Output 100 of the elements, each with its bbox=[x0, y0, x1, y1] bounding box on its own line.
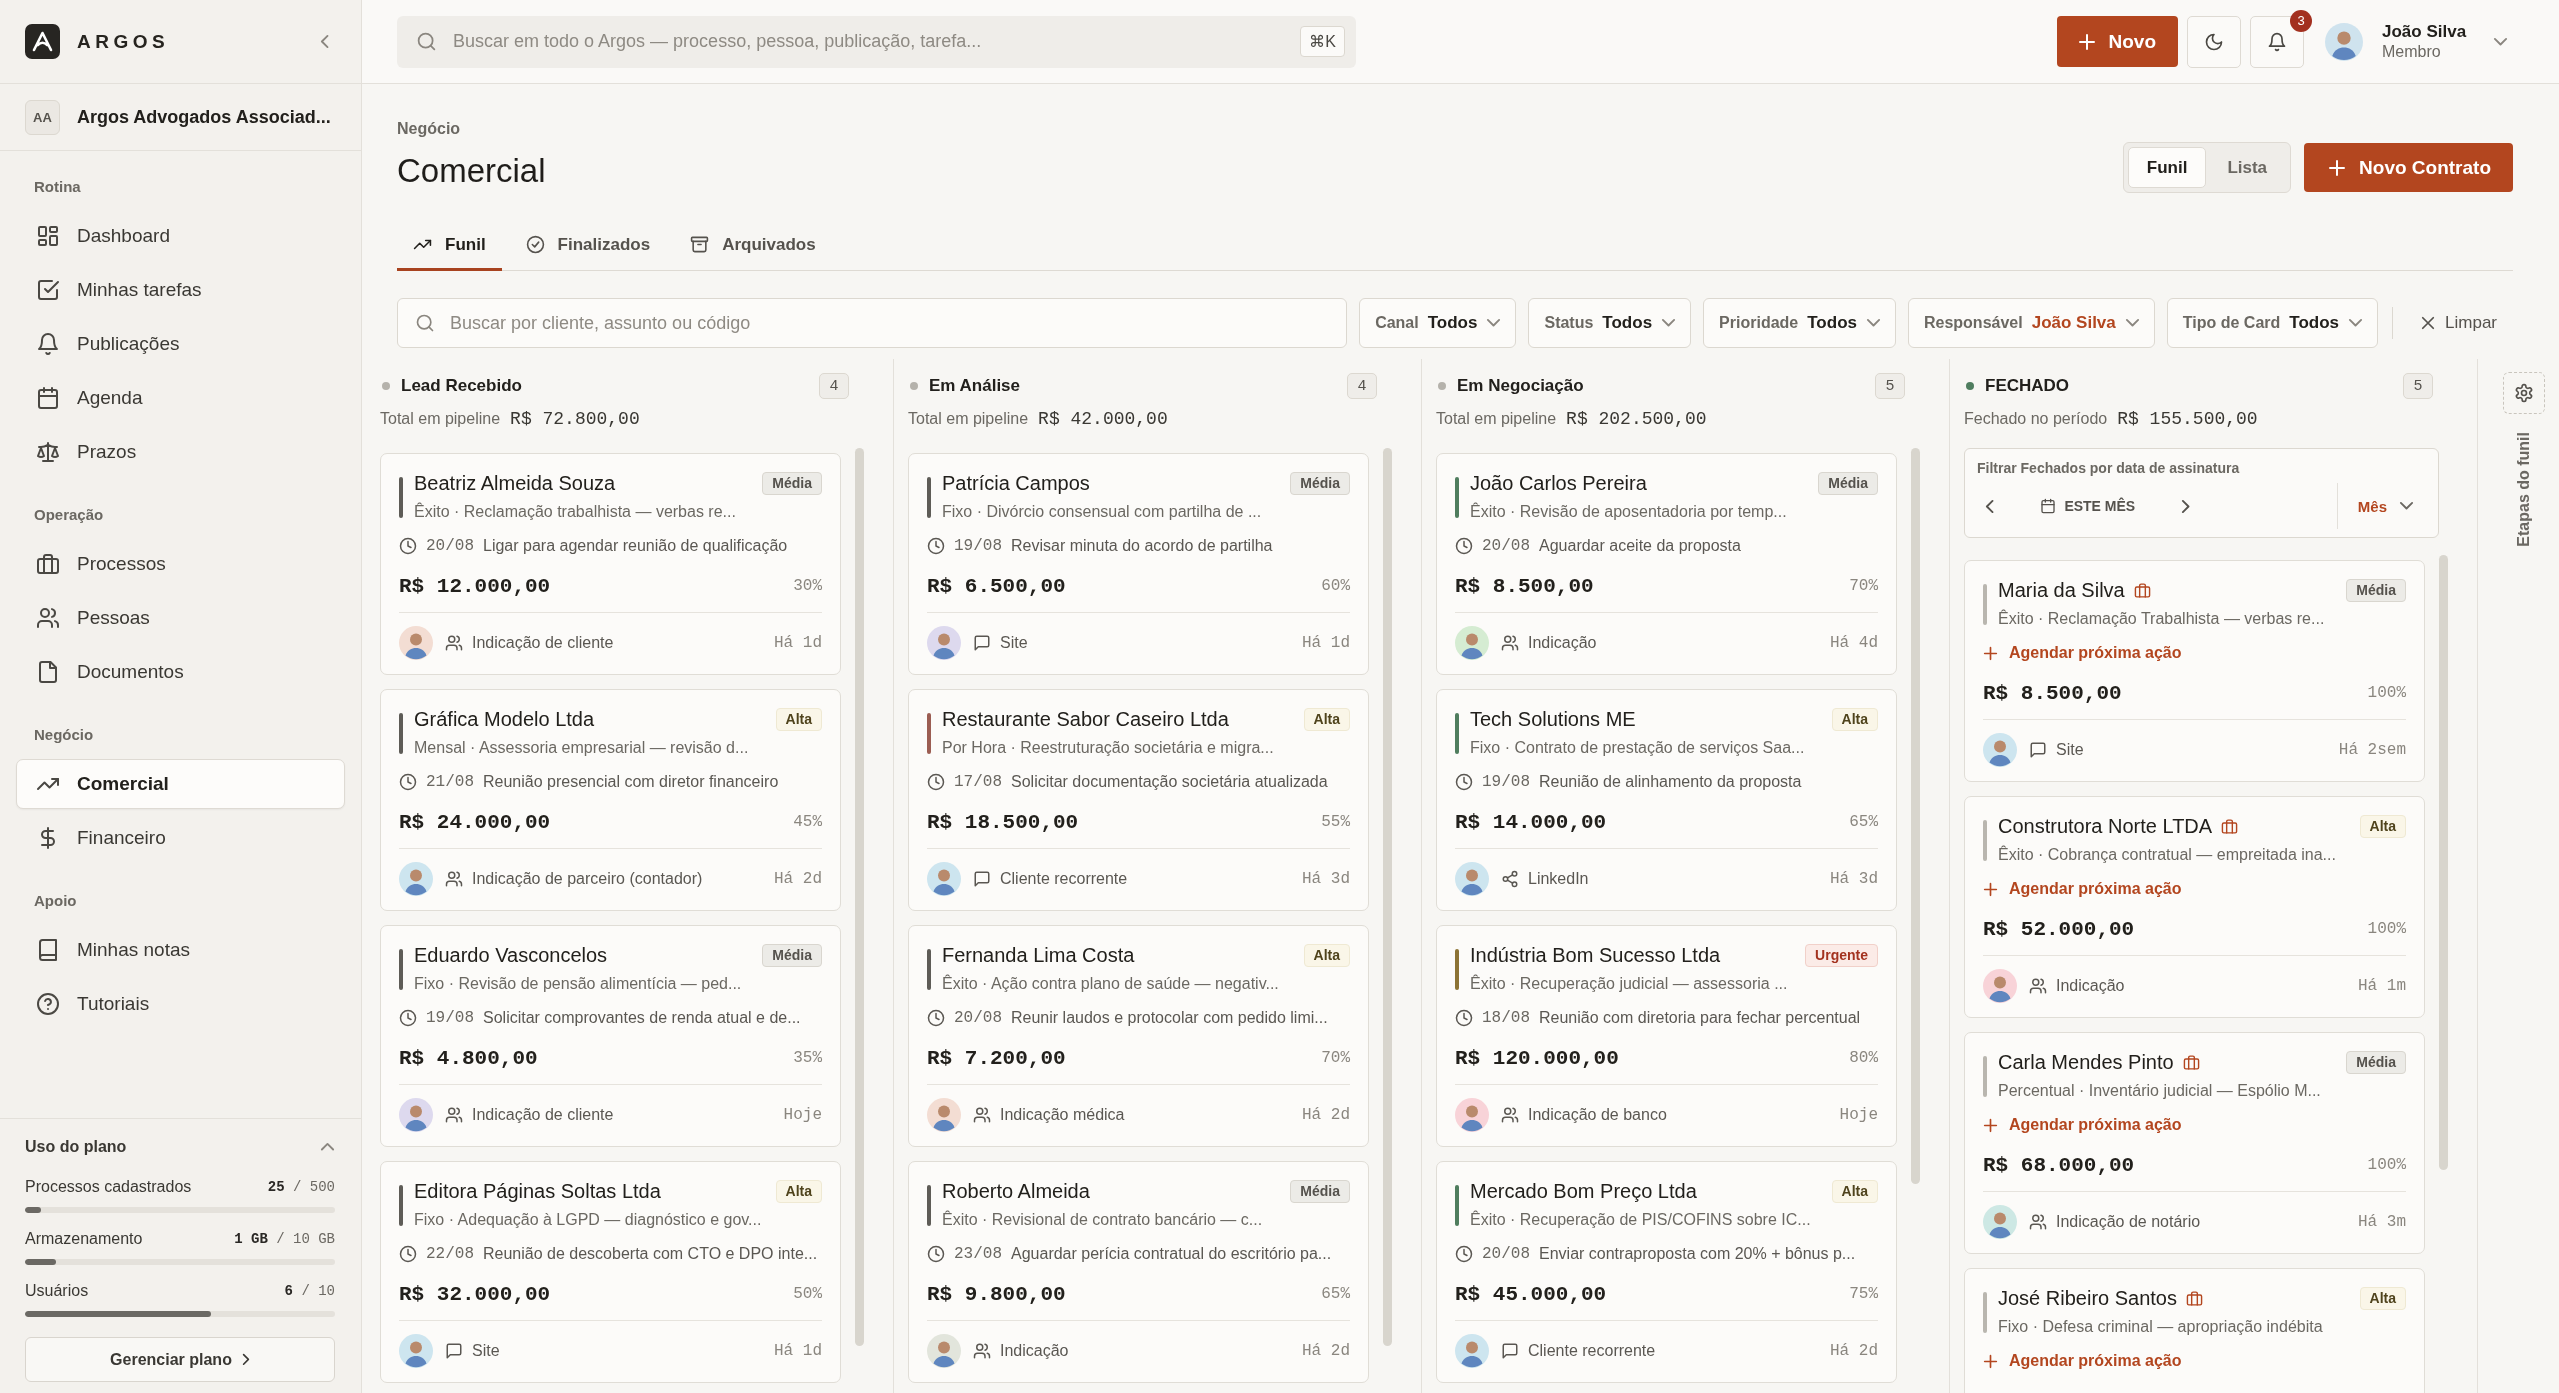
clear-filters-button[interactable]: Limpar bbox=[2407, 298, 2513, 348]
scrollbar[interactable] bbox=[855, 448, 864, 1346]
period-button[interactable]: ESTE MÊS bbox=[2040, 498, 2136, 514]
deal-card[interactable]: João Carlos Pereira Média Êxito · Revisão de aposentadoria por temp... 20/08 Aguardar aceite da proposta R$ 8.500,00 70% Indicação Há 4d bbox=[1436, 453, 1897, 675]
workspace-name[interactable]: Argos Advogados Associad... bbox=[77, 106, 331, 128]
new-contract-button[interactable]: Novo Contrato bbox=[2304, 143, 2513, 192]
people-icon bbox=[973, 1342, 991, 1360]
plus-icon bbox=[2328, 158, 2347, 177]
granularity-dropdown[interactable]: Mês bbox=[2337, 497, 2438, 515]
tab[interactable]: Finalizados bbox=[509, 218, 667, 271]
nav-item[interactable]: Comercial bbox=[16, 759, 345, 809]
schedule-action-link[interactable]: Agendar próxima ação bbox=[1983, 1351, 2182, 1371]
deal-card[interactable]: Restaurante Sabor Caseiro Ltda Alta Por Hora · Reestruturação societária e migra... 17/08 Solicitar documentação societária atualizada R$ 18.500,00 55% Cliente recorrente Há 3d bbox=[908, 689, 1369, 911]
deal-summary: Por Hora · Reestruturação societária e migra... bbox=[942, 738, 1275, 758]
deal-card[interactable]: Eduardo Vasconcelos Média Fixo · Revisão de pensão alimentícia — ped... 19/08 Solicitar comprovantes de renda atual e de... R$ 4.800,00 35% Indicação de cliente Hoje bbox=[380, 925, 841, 1147]
chevron-up-icon[interactable] bbox=[320, 1142, 335, 1152]
last-activity: Hoje bbox=[783, 1106, 822, 1124]
deal-card[interactable]: Beatriz Almeida Souza Média Êxito · Reclamação trabalhista — verbas re... 20/08 Ligar para agendar reunião de qualificação R$ 12.000,00 30% Indicação de cliente Há 1d bbox=[380, 453, 841, 675]
schedule-action-link[interactable]: Agendar próxima ação bbox=[1983, 1115, 2182, 1135]
deal-card[interactable]: Indústria Bom Sucesso Ltda Urgente Êxito · Recuperação judicial — assessoria ... 18/08 Reunião com diretoria para fechar percentual R$ 120.000,00 80% Indicação de banco Hoje bbox=[1436, 925, 1897, 1147]
manage-plan-button[interactable]: Gerenciar plano bbox=[25, 1337, 335, 1382]
board-search-field[interactable]: Buscar por cliente, assunto ou código bbox=[397, 298, 1348, 348]
view-option[interactable]: Funil bbox=[2127, 147, 2207, 188]
chevron-right-icon[interactable] bbox=[2181, 498, 2191, 514]
filter-dropdown[interactable]: Status Todos bbox=[1528, 298, 1692, 348]
tab[interactable]: Arquivados bbox=[674, 218, 832, 271]
nav-item[interactable]: Prazos bbox=[16, 427, 345, 477]
clock-icon bbox=[927, 773, 945, 791]
deal-summary: Êxito · Reclamação trabalhista — verbas re... bbox=[414, 502, 737, 522]
chevron-down-icon bbox=[2124, 318, 2140, 328]
nav-item[interactable]: Pessoas bbox=[16, 593, 345, 643]
scrollbar[interactable] bbox=[2439, 555, 2448, 1170]
deal-card[interactable]: Mercado Bom Preço Ltda Alta Êxito · Recuperação de PIS/COFINS sobre IC... 20/08 Enviar contraproposta com 20% + bônus p... R$ 45.000,00 75% Cliente recorrente Há 2d bbox=[1436, 1161, 1897, 1383]
view-option[interactable]: Lista bbox=[2208, 147, 2287, 188]
deal-card[interactable]: José Ribeiro Santos Alta Fixo · Defesa criminal — apropriação indébita Agendar próxima ação bbox=[1964, 1268, 2425, 1393]
chevron-down-icon bbox=[2348, 318, 2364, 328]
deal-summary: Êxito · Ação contra plano de saúde — negativ... bbox=[942, 974, 1280, 994]
filter-dropdown[interactable]: Canal Todos bbox=[1359, 298, 1517, 348]
deal-card[interactable]: Patrícia Campos Média Fixo · Divórcio consensual com partilha de ... 19/08 Revisar minuta do acordo de partilha R$ 6.500,00 60% Site Há 1d bbox=[908, 453, 1369, 675]
filter-dropdown[interactable]: Prioridade Todos bbox=[1703, 298, 1896, 348]
nav-item[interactable]: Documentos bbox=[16, 647, 345, 697]
nav-item[interactable]: Tutoriais bbox=[16, 979, 345, 1029]
deal-amount: R$ 18.500,00 bbox=[927, 810, 1079, 834]
win-probability: 65% bbox=[1321, 1285, 1350, 1303]
deal-card[interactable]: Tech Solutions ME Alta Fixo · Contrato de prestação de serviços Saa... 19/08 Reunião de alinhamento da proposta R$ 14.000,00 65% LinkedIn Há 3d bbox=[1436, 689, 1897, 911]
schedule-action-link[interactable]: Agendar próxima ação bbox=[1983, 643, 2182, 663]
deal-summary: Êxito · Recuperação de PIS/COFINS sobre IC... bbox=[1470, 1210, 1812, 1230]
chevron-down-icon[interactable] bbox=[2493, 36, 2508, 47]
user-name[interactable]: João Silva bbox=[2382, 22, 2468, 42]
nav-item[interactable]: Minhas tarefas bbox=[16, 265, 345, 315]
shortcut-key: ⌘K bbox=[1300, 26, 1345, 57]
scrollbar[interactable] bbox=[1383, 448, 1392, 1346]
chevron-left-icon[interactable] bbox=[319, 34, 329, 49]
scales-icon bbox=[36, 440, 60, 464]
count-badge: 4 bbox=[819, 373, 849, 399]
last-activity: Há 3d bbox=[1830, 870, 1878, 888]
task-date: 18/08 bbox=[1482, 1009, 1530, 1027]
last-activity: Há 2d bbox=[1830, 1342, 1878, 1360]
filter-dropdown[interactable]: Responsável João Silva bbox=[1907, 298, 2155, 348]
deal-card[interactable]: Maria da Silva Média Êxito · Reclamação Trabalhista — verbas re... Agendar próxima ação R$ 8.500,00 100% Site Há 2sem bbox=[1964, 560, 2425, 782]
lead-source: Site bbox=[1000, 634, 1029, 652]
grid-icon bbox=[36, 224, 60, 248]
lead-source: Indicação de banco bbox=[1528, 1106, 1668, 1124]
priority-badge: Alta bbox=[1831, 1179, 1878, 1203]
nav-item[interactable]: Dashboard bbox=[16, 211, 345, 261]
chevron-down-icon bbox=[1486, 318, 1502, 328]
task-date: 20/08 bbox=[426, 537, 474, 555]
clock-icon bbox=[1455, 1245, 1473, 1263]
card-title: José Ribeiro Santos bbox=[1998, 1286, 2177, 1310]
win-probability: 100% bbox=[2367, 920, 2406, 938]
card-title: Tech Solutions ME bbox=[1470, 707, 1636, 731]
scrollbar[interactable] bbox=[1911, 448, 1920, 1184]
filter-dropdown[interactable]: Tipo de Card Todos bbox=[2166, 298, 2379, 348]
deal-amount: R$ 7.200,00 bbox=[927, 1046, 1066, 1070]
deal-card[interactable]: Construtora Norte LTDA Alta Êxito · Cobrança contratual — empreitada ina... Agendar próxima ação R$ 52.000,00 100% Indicação Há 1m bbox=[1964, 796, 2425, 1018]
clock-icon bbox=[399, 537, 417, 555]
notifications-button[interactable] bbox=[2250, 15, 2304, 68]
nav-item[interactable]: Minhas notas bbox=[16, 925, 345, 975]
deal-card[interactable]: Carla Mendes Pinto Média Percentual · Inventário judicial — Espólio M... Agendar próxima ação R$ 68.000,00 100% Indicação de notário Há 3m bbox=[1964, 1032, 2425, 1254]
deal-card[interactable]: Gráfica Modelo Ltda Alta Mensal · Assessoria empresarial — revisão d... 21/08 Reunião presencial com diretor financeiro R$ 24.000,00 45% Indicação de parceiro (contador) Há 2d bbox=[380, 689, 841, 911]
deal-card[interactable]: Roberto Almeida Média Êxito · Revisional de contrato bancário — c... 23/08 Aguardar perícia contratual do escritório pa... R$ 9.800,00 65% Indicação Há 2d bbox=[908, 1161, 1369, 1383]
meter-label: Usuários bbox=[25, 1282, 89, 1300]
nav-item[interactable]: Agenda bbox=[16, 373, 345, 423]
lead-source: Indicação bbox=[2056, 977, 2126, 995]
nav-item[interactable]: Publicações bbox=[16, 319, 345, 369]
settings-button[interactable] bbox=[2502, 372, 2545, 414]
nav-item[interactable]: Processos bbox=[16, 539, 345, 589]
nav-item[interactable]: Financeiro bbox=[16, 813, 345, 863]
deal-card[interactable]: Editora Páginas Soltas Ltda Alta Fixo · Adequação à LGPD — diagnóstico e gov... 22/08 Reunião de descoberta com CTO e DPO inte... R$ 32.000,00 50% Site Há 1d bbox=[380, 1161, 841, 1383]
new-button[interactable]: Novo bbox=[2056, 16, 2178, 67]
schedule-action-link[interactable]: Agendar próxima ação bbox=[1983, 879, 2182, 899]
close-icon bbox=[2421, 316, 2436, 330]
theme-toggle-button[interactable] bbox=[2187, 15, 2241, 68]
deal-amount: R$ 32.000,00 bbox=[399, 1282, 551, 1306]
tab[interactable]: Funil bbox=[397, 218, 502, 271]
deal-card[interactable]: Fernanda Lima Costa Alta Êxito · Ação contra plano de saúde — negativ... 20/08 Reunir laudos e protocolar com pedido limi... R$ 7.200,00 70% Indicação médica Há 2d bbox=[908, 925, 1369, 1147]
share-icon bbox=[1501, 870, 1519, 888]
column-title: Lead Recebido bbox=[401, 376, 523, 396]
stages-panel-label[interactable]: Etapas do funil bbox=[2514, 432, 2533, 547]
chevron-left-icon[interactable] bbox=[1985, 498, 1995, 514]
